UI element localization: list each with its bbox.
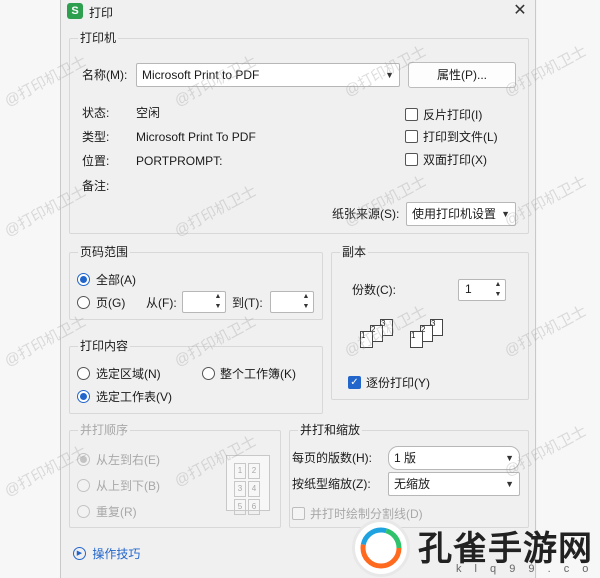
printer-name-select[interactable]: Microsoft Print to PDF ▼: [136, 63, 400, 87]
pages-per-sheet-value: 1 版: [394, 451, 417, 465]
play-circle-icon: ▶: [73, 547, 86, 560]
to-page-spinner[interactable]: ▲ ▼: [270, 291, 314, 313]
print-dialog: S 打印 ✕ 打印机 名称(M): Microsoft Print to PDF…: [60, 0, 536, 578]
preview-cell: 2: [248, 463, 260, 479]
dropdown-arrow-icon: ▼: [501, 209, 510, 219]
spin-up-icon[interactable]: ▲: [300, 292, 312, 302]
paper-source-value: 使用打印机设置: [412, 207, 497, 221]
preview-cell: 6: [248, 499, 260, 515]
cut-lines-checkbox[interactable]: [292, 507, 305, 520]
comment-label: 备注:: [82, 179, 110, 193]
pages-radio[interactable]: [77, 296, 90, 309]
paper-source-label: 纸张来源(S):: [332, 207, 400, 221]
collate-order-group: 并打顺序 从左到右(E) 从上到下(B) 重复(R) 12 34 56: [69, 423, 281, 528]
from-page-spinner[interactable]: ▲ ▼: [182, 291, 226, 313]
printer-name-label: 名称(M):: [82, 68, 128, 82]
repeat-label[interactable]: 重复(R): [96, 504, 137, 520]
all-pages-label[interactable]: 全部(A): [96, 272, 136, 288]
copies-legend: 副本: [340, 245, 369, 259]
collate-illustration-icon: 3 2 1: [410, 319, 450, 353]
background-right: [537, 0, 600, 578]
properties-button[interactable]: 属性(P)...: [408, 62, 516, 88]
active-sheet-radio[interactable]: [77, 390, 90, 403]
top-to-bottom-radio[interactable]: [77, 479, 90, 492]
merge-scale-group: 并打和缩放 每页的版数(H): 1 版 ▼ 按纸型缩放(Z): 无缩放 ▼ 并打…: [289, 423, 529, 528]
collate-checkbox[interactable]: ✓: [348, 376, 361, 389]
reverse-print-checkbox[interactable]: [405, 108, 418, 121]
type-value: Microsoft Print To PDF: [136, 130, 256, 144]
spin-down-icon[interactable]: ▼: [212, 302, 224, 312]
entire-workbook-label[interactable]: 整个工作簿(K): [220, 366, 296, 382]
close-icon[interactable]: ✕: [511, 2, 529, 20]
tips-link[interactable]: ▶ 操作技巧: [73, 545, 140, 562]
print-to-file-label[interactable]: 打印到文件(L): [423, 129, 498, 145]
all-pages-radio[interactable]: [77, 273, 90, 286]
status-value: 空闲: [136, 106, 161, 120]
peacock-logo-icon: [352, 519, 410, 577]
page-range-group: 页码范围 全部(A) 页(G) 从(F): ▲ ▼ 到(T): ▲ ▼: [69, 245, 323, 320]
printer-name-value: Microsoft Print to PDF: [142, 68, 260, 82]
preview-cell: 3: [234, 481, 246, 497]
repeat-radio[interactable]: [77, 505, 90, 518]
active-sheet-label[interactable]: 选定工作表(V): [96, 389, 172, 405]
dropdown-arrow-icon: ▼: [505, 479, 514, 489]
wps-sheet-icon: S: [67, 3, 83, 19]
printer-group: 打印机 名称(M): Microsoft Print to PDF ▼ 属性(P…: [69, 31, 529, 234]
brand-url: k l q 9 9 . c o m: [456, 563, 594, 578]
dropdown-arrow-icon: ▼: [505, 453, 514, 463]
collate-illustration-icon: 3 2 1: [360, 319, 400, 353]
selection-radio[interactable]: [77, 367, 90, 380]
reverse-print-label[interactable]: 反片打印(I): [423, 107, 482, 123]
print-content-group: 打印内容 选定区域(N) 整个工作簿(K) 选定工作表(V): [69, 339, 323, 414]
spin-up-icon[interactable]: ▲: [492, 280, 504, 290]
pages-per-sheet-label: 每页的版数(H):: [292, 451, 372, 465]
print-content-legend: 打印内容: [78, 339, 131, 353]
from-label: 从(F):: [146, 296, 177, 310]
copies-count-spinner[interactable]: 1 ▲ ▼: [458, 279, 506, 301]
top-to-bottom-label[interactable]: 从上到下(B): [96, 478, 160, 494]
print-to-file-checkbox[interactable]: [405, 130, 418, 143]
copies-count-value[interactable]: 1: [465, 282, 472, 296]
scale-label: 按纸型缩放(Z):: [292, 477, 371, 491]
copies-group: 副本 份数(C): 1 ▲ ▼ 3 2 1 3 2 1 ✓ 逐份打印(Y): [331, 245, 529, 400]
printer-legend: 打印机: [78, 31, 119, 45]
preview-cell: 5: [234, 499, 246, 515]
status-label: 状态:: [82, 106, 110, 120]
pages-label[interactable]: 页(G): [96, 295, 125, 311]
pages-per-sheet-select[interactable]: 1 版 ▼: [388, 446, 520, 470]
title-bar: S 打印 ✕: [61, 0, 537, 22]
page-range-legend: 页码范围: [78, 245, 131, 259]
duplex-label[interactable]: 双面打印(X): [423, 152, 487, 168]
scale-select[interactable]: 无缩放 ▼: [388, 472, 520, 496]
copies-count-label: 份数(C):: [352, 283, 396, 297]
to-label: 到(T):: [232, 296, 263, 310]
where-label: 位置:: [82, 154, 110, 168]
collate-order-legend: 并打顺序: [78, 423, 131, 437]
brand-watermark: 孔雀手游网 k l q 9 9 . c o m: [352, 515, 600, 578]
entire-workbook-radio[interactable]: [202, 367, 215, 380]
tips-link-label[interactable]: 操作技巧: [92, 547, 140, 561]
dropdown-arrow-icon: ▼: [385, 70, 394, 80]
scale-value: 无缩放: [394, 477, 431, 491]
merge-scale-legend: 并打和缩放: [298, 423, 363, 437]
spin-down-icon[interactable]: ▼: [492, 290, 504, 300]
preview-cell: 1: [234, 463, 246, 479]
background-left: [0, 0, 60, 578]
collate-label[interactable]: 逐份打印(Y): [366, 375, 430, 391]
selection-label[interactable]: 选定区域(N): [96, 366, 161, 382]
paper-source-select[interactable]: 使用打印机设置 ▼: [406, 202, 516, 226]
spin-up-icon[interactable]: ▲: [212, 292, 224, 302]
duplex-checkbox[interactable]: [405, 153, 418, 166]
spin-down-icon[interactable]: ▼: [300, 302, 312, 312]
type-label: 类型:: [82, 130, 110, 144]
collate-order-preview: 12 34 56: [226, 455, 270, 515]
preview-cell: 4: [248, 481, 260, 497]
dialog-title: 打印: [89, 6, 114, 20]
left-to-right-label[interactable]: 从左到右(E): [96, 452, 160, 468]
left-to-right-radio[interactable]: [77, 453, 90, 466]
where-value: PORTPROMPT:: [136, 154, 223, 168]
